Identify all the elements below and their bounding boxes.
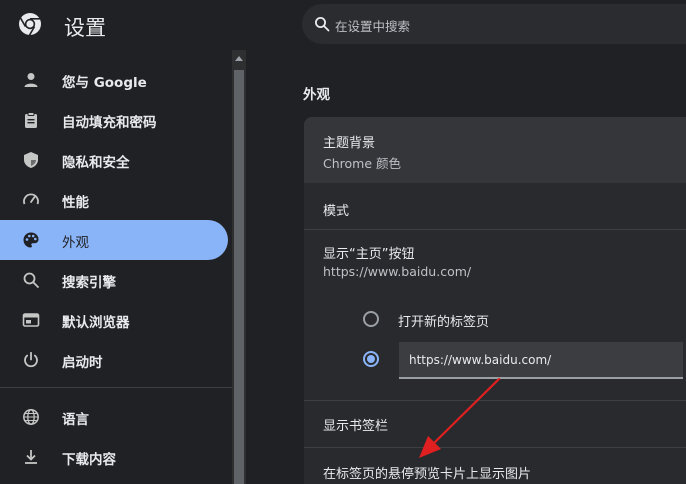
home-button-label: 显示“主页”按钮 xyxy=(323,247,415,262)
sidebar-item-downloads[interactable]: 下载内容 xyxy=(0,437,228,477)
home-url-input[interactable]: https://www.baidu.com/ xyxy=(399,342,683,379)
sidebar-item-label: 启动时 xyxy=(62,355,103,371)
sidebar: 您与 Google 自动填充和密码 隐私和安全 性能 外观 搜索引擎 默认浏览器… xyxy=(0,54,232,484)
sidebar-item-label: 自动填充和密码 xyxy=(62,115,157,131)
page-title: 设置 xyxy=(64,16,106,40)
sidebar-item-label: 默认浏览器 xyxy=(62,315,130,331)
sidebar-item-label: 外观 xyxy=(62,235,89,251)
section-title: 外观 xyxy=(303,87,330,103)
sidebar-scrollbar[interactable] xyxy=(232,50,246,484)
search-input[interactable]: 在设置中搜索 xyxy=(335,16,410,35)
theme-row[interactable]: 主题背景 Chrome 颜色 xyxy=(304,117,686,183)
sidebar-item-label: 性能 xyxy=(62,195,89,211)
sidebar-item-on-startup[interactable]: 启动时 xyxy=(0,340,228,380)
radio-new-tab-label: 打开新的标签页 xyxy=(398,315,490,330)
home-button-value: https://www.baidu.com/ xyxy=(323,264,472,279)
sidebar-item-languages[interactable]: 语言 xyxy=(0,397,228,437)
top-bar: 设置 在设置中搜索 xyxy=(0,0,686,50)
appearance-card: 主题背景 Chrome 颜色 模式 显示“主页”按钮 https://www.b… xyxy=(304,117,686,484)
row-divider xyxy=(304,400,686,401)
sidebar-item-search-engine[interactable]: 搜索引擎 xyxy=(0,260,228,300)
radio-custom-url[interactable] xyxy=(363,351,379,367)
browser-icon xyxy=(22,313,40,327)
speedometer-icon xyxy=(23,193,39,205)
radio-new-tab[interactable] xyxy=(363,311,379,327)
globe-icon xyxy=(23,409,39,425)
sidebar-item-label: 您与 Google xyxy=(62,75,147,91)
row-divider xyxy=(304,447,686,448)
sidebar-item-you-and-google[interactable]: 您与 Google xyxy=(0,60,228,100)
hover-preview-label: 在标签页的悬停预览卡片上显示图片 xyxy=(323,467,532,482)
search-box[interactable]: 在设置中搜索 xyxy=(302,4,686,44)
theme-label: 主题背景 xyxy=(323,136,376,151)
scroll-thumb[interactable] xyxy=(234,70,244,484)
sidebar-item-performance[interactable]: 性能 xyxy=(0,180,228,220)
search-icon xyxy=(23,272,39,288)
palette-icon xyxy=(23,232,39,248)
sidebar-item-appearance[interactable]: 外观 xyxy=(0,220,228,260)
bookmarks-bar-label: 显示书签栏 xyxy=(323,419,389,434)
sidebar-item-label: 搜索引擎 xyxy=(62,275,116,291)
clipboard-icon xyxy=(25,112,37,128)
sidebar-item-default-browser[interactable]: 默认浏览器 xyxy=(0,300,228,340)
chrome-logo-icon xyxy=(19,13,41,36)
search-icon xyxy=(315,17,330,32)
power-icon xyxy=(24,351,38,368)
shield-icon xyxy=(24,152,38,168)
row-divider xyxy=(304,229,686,230)
scroll-up-arrow-icon[interactable] xyxy=(235,56,243,61)
sidebar-divider xyxy=(0,387,232,388)
home-url-input-value[interactable]: https://www.baidu.com/ xyxy=(409,353,551,367)
person-icon xyxy=(24,73,38,87)
sidebar-item-label: 隐私和安全 xyxy=(62,155,130,171)
sidebar-item-privacy[interactable]: 隐私和安全 xyxy=(0,140,228,180)
settings-window: 设置 在设置中搜索 您与 Google 自动填充和密码 隐私和安全 性能 外观 … xyxy=(0,0,686,484)
sidebar-item-label: 下载内容 xyxy=(62,452,116,468)
mode-label: 模式 xyxy=(323,204,350,219)
download-icon xyxy=(25,450,37,464)
sidebar-item-label: 语言 xyxy=(62,412,89,428)
sidebar-item-autofill[interactable]: 自动填充和密码 xyxy=(0,100,228,140)
theme-value: Chrome 颜色 xyxy=(323,156,402,171)
